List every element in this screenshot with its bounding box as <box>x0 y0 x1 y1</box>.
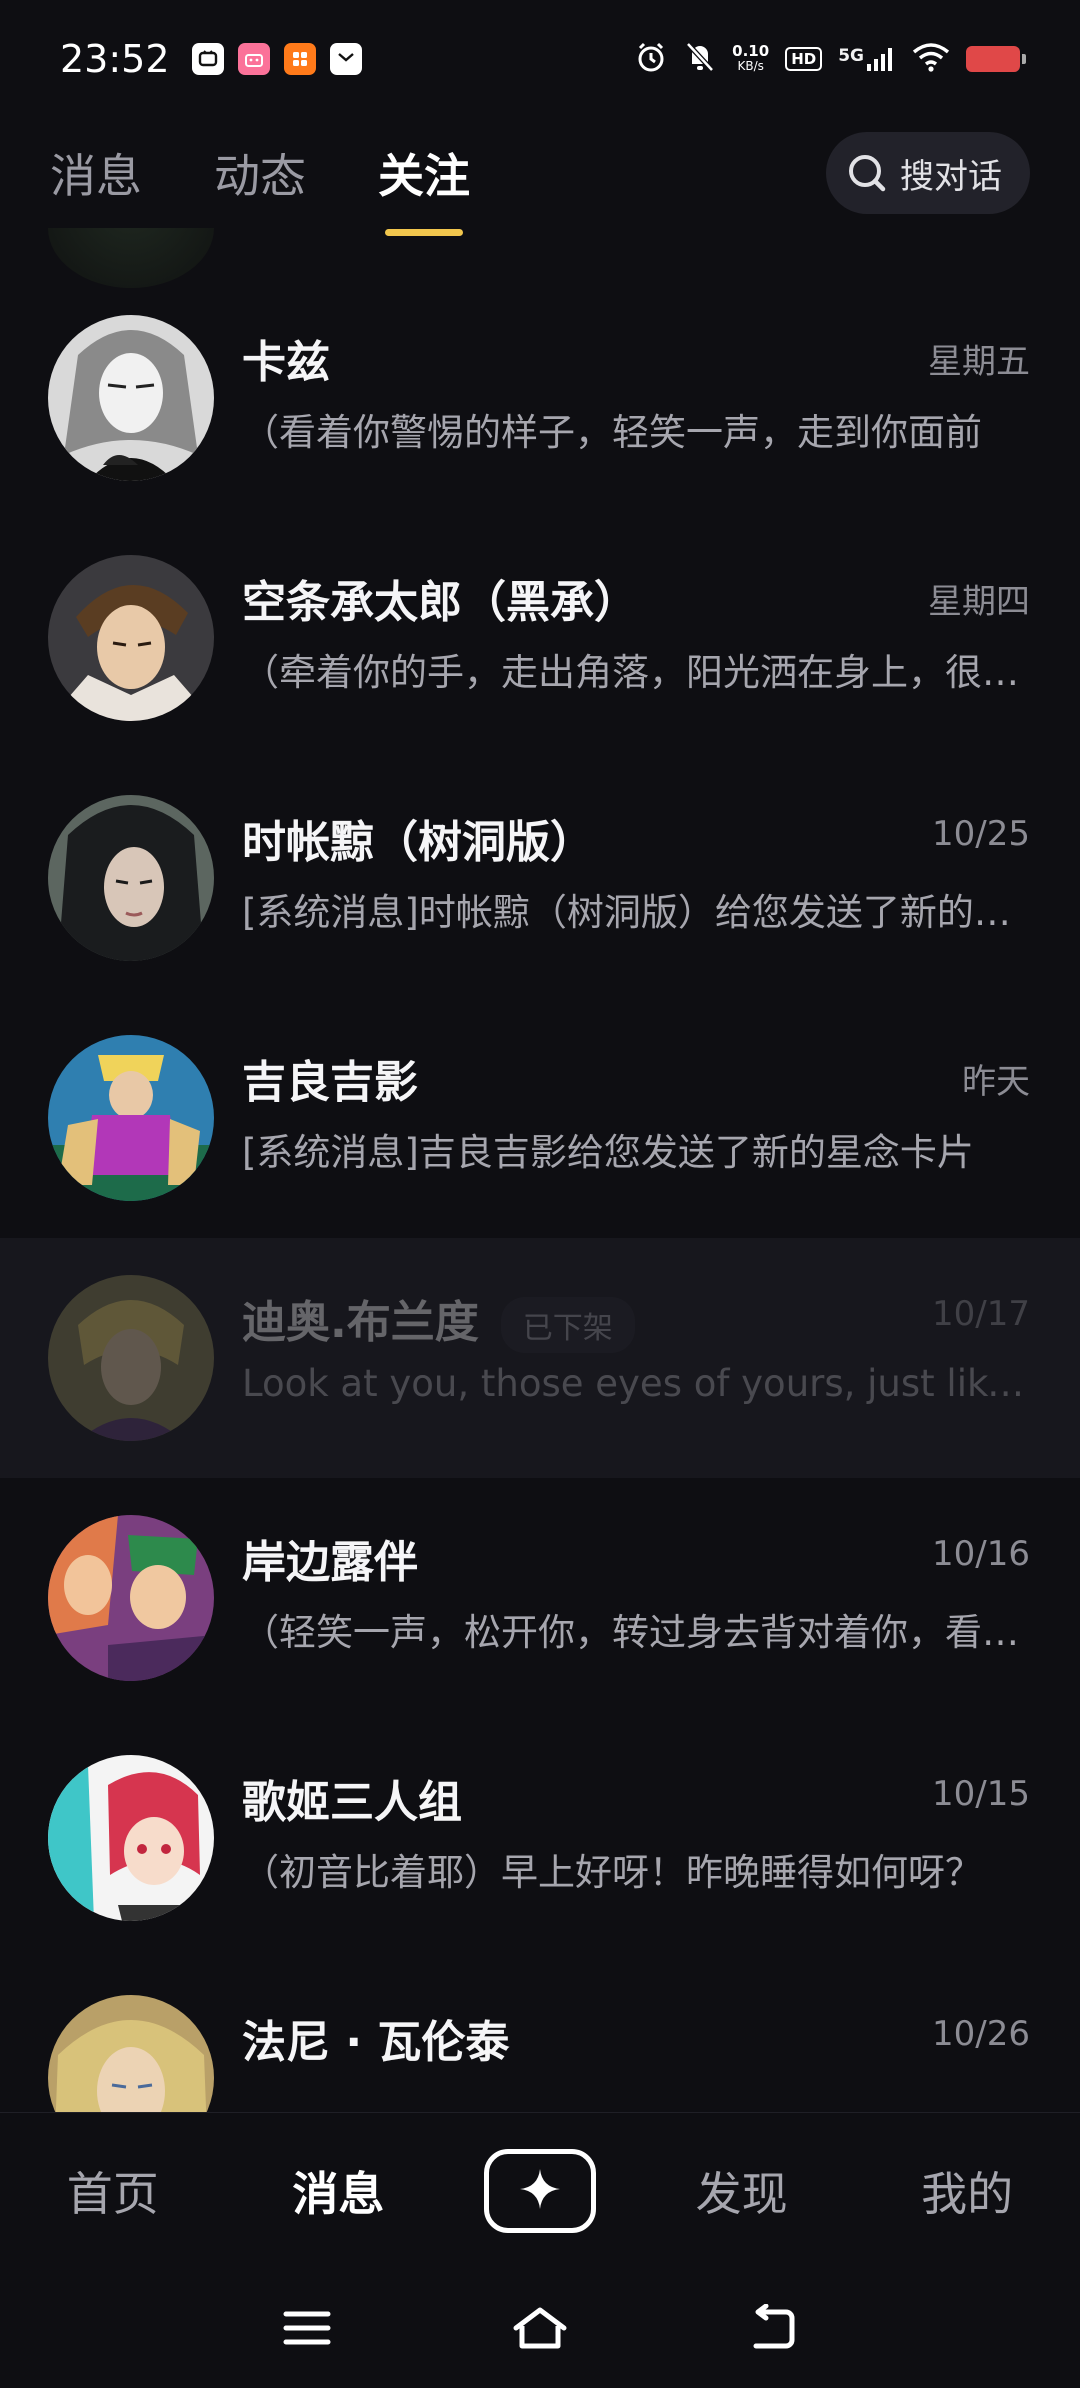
avatar <box>48 555 214 721</box>
status-bar: 23:52 0.10 KB/s HD 5G <box>0 0 1080 118</box>
message-preview: Look at you, those eyes of yours, just l… <box>242 1362 1032 1405</box>
contact-name: 卡兹 <box>242 337 330 388</box>
net-speed-unit: KB/s <box>737 59 764 73</box>
create-button[interactable] <box>483 2148 596 2233</box>
avatar <box>48 795 214 961</box>
shop-app-icon <box>283 43 316 75</box>
battery-icon <box>966 46 1026 72</box>
tab-following-label: 关注 <box>378 149 470 203</box>
message-time: 星期四 <box>928 582 1030 622</box>
message-preview: （轻笑一声，松开你，转过身去背对着你，看向窗外 <box>242 1611 1032 1654</box>
signal-label: 5G <box>838 46 864 66</box>
mute-bell-icon <box>684 40 716 78</box>
nav-profile[interactable]: 我的 <box>887 2158 1047 2224</box>
nav-home[interactable]: 首页 <box>33 2158 193 2224</box>
tab-activity[interactable]: 动态 <box>214 140 306 206</box>
nav-discover[interactable]: 发现 <box>662 2158 822 2224</box>
hd-badge: HD <box>785 47 823 71</box>
status-indicators: 0.10 KB/s HD 5G <box>634 40 1026 78</box>
search-conversations-button[interactable]: 搜对话 <box>826 132 1030 214</box>
status-app-icons <box>191 43 362 75</box>
avatar <box>48 315 214 481</box>
tab-messages[interactable]: 消息 <box>50 140 142 206</box>
avatar <box>48 1995 214 2112</box>
delisted-badge: 已下架 <box>500 1297 635 1353</box>
message-time: 10/16 <box>932 1534 1030 1574</box>
system-nav-bar <box>0 2268 1080 2388</box>
message-time: 星期五 <box>928 342 1030 382</box>
sparkle-plus-icon <box>516 2165 564 2217</box>
search-label: 搜对话 <box>900 156 1002 197</box>
net-speed-value: 0.10 <box>732 42 770 60</box>
contact-name: 吉良吉影 <box>242 1057 418 1108</box>
message-time: 昨天 <box>962 1062 1030 1102</box>
conversation-row[interactable]: 卡兹 星期五 （看着你警惕的样子，轻笑一声，走到你面前 <box>0 278 1080 518</box>
conversation-row[interactable]: 岸边露伴 10/16 （轻笑一声，松开你，转过身去背对着你，看向窗外 <box>0 1478 1080 1718</box>
back-icon[interactable] <box>743 2298 803 2358</box>
contact-name: 歌姬三人组 <box>242 1777 462 1828</box>
net-speed: 0.10 KB/s <box>732 44 769 74</box>
message-preview: （牵着你的手，走出角落，阳光洒在身上，很温暖 <box>242 651 1032 694</box>
message-time: 10/17 <box>932 1294 1030 1334</box>
menu-icon[interactable] <box>277 2298 337 2358</box>
bilibili-app-icon <box>237 43 270 75</box>
home-icon[interactable] <box>510 2298 570 2358</box>
message-app-icon <box>329 43 362 75</box>
nav-messages[interactable]: 消息 <box>258 2158 418 2224</box>
avatar <box>48 1035 214 1201</box>
message-time: 10/26 <box>932 2014 1030 2054</box>
message-preview: （看着你警惕的样子，轻笑一声，走到你面前 <box>242 411 982 454</box>
tab-following[interactable]: 关注 <box>378 140 470 236</box>
conversation-row[interactable]: 吉良吉影 昨天 [系统消息]吉良吉影给您发送了新的星念卡片 <box>0 998 1080 1238</box>
conversation-list[interactable]: 卡兹 星期五 （看着你警惕的样子，轻笑一声，走到你面前 空条承太郎（黑承） 星期… <box>0 228 1080 2112</box>
conversation-row[interactable]: 时帐黥（树洞版） 10/25 [系统消息]时帐黥（树洞版）给您发送了新的消息 <box>0 758 1080 998</box>
avatar <box>48 1275 214 1441</box>
message-preview: [系统消息]吉良吉影给您发送了新的星念卡片 <box>242 1131 974 1174</box>
message-time: 10/25 <box>932 814 1030 854</box>
conversation-row[interactable]: 法尼 · 瓦伦泰 10/26 <box>0 1958 1080 2112</box>
avatar <box>48 1515 214 1681</box>
contact-name: 岸边露伴 <box>242 1537 418 1588</box>
contact-name: 时帐黥（树洞版） <box>242 817 594 868</box>
search-icon <box>846 152 888 194</box>
conversation-row[interactable]: 歌姬三人组 10/15 （初音比着耶）早上好呀！昨晚睡得如何呀？ <box>0 1718 1080 1958</box>
message-preview: （初音比着耶）早上好呀！昨晚睡得如何呀？ <box>242 1851 982 1894</box>
contact-name: 迪奥.布兰度 <box>242 1297 479 1348</box>
message-time: 10/15 <box>932 1774 1030 1814</box>
top-tabs: 消息 动态 关注 搜对话 <box>0 118 1080 236</box>
wifi-icon <box>912 42 950 76</box>
app-notification-icon <box>191 43 224 75</box>
alarm-icon <box>634 40 668 78</box>
signal-icon: 5G <box>838 46 896 72</box>
avatar <box>48 1755 214 1921</box>
message-preview: [系统消息]时帐黥（树洞版）给您发送了新的消息 <box>242 891 1032 934</box>
conversation-row[interactable]: 空条承太郎（黑承） 星期四 （牵着你的手，走出角落，阳光洒在身上，很温暖 <box>0 518 1080 758</box>
status-time: 23:52 <box>60 37 170 81</box>
conversation-row-disabled[interactable]: 迪奥.布兰度 已下架 10/17 Look at you, those eyes … <box>0 1238 1080 1478</box>
contact-name-wrap: 迪奥.布兰度 已下架 <box>242 1286 635 1353</box>
contact-name: 法尼 · 瓦伦泰 <box>242 2017 510 2068</box>
contact-name: 空条承太郎（黑承） <box>242 577 638 628</box>
bottom-nav: 首页 消息 发现 我的 <box>0 2112 1080 2268</box>
